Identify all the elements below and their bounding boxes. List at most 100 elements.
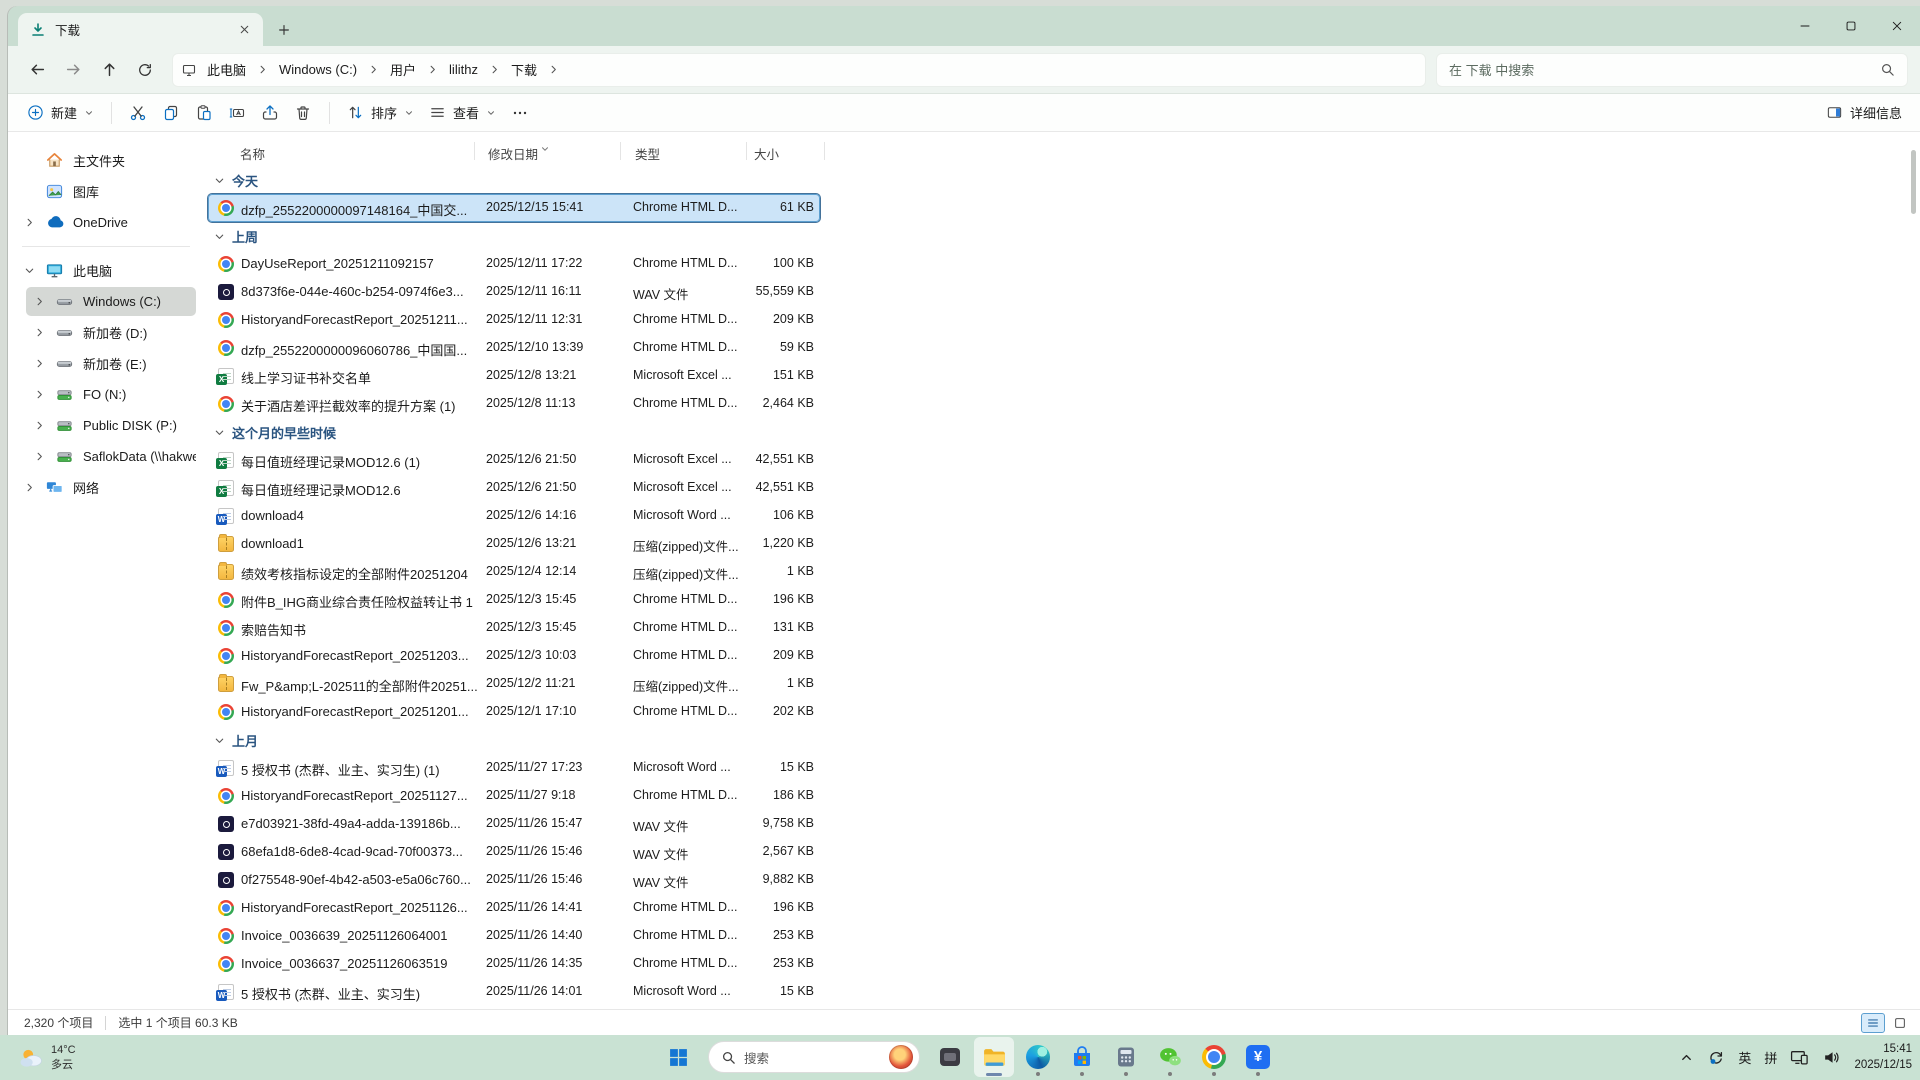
cut-button[interactable] [122,98,154,128]
file-row[interactable]: Invoice_0036637_20251126063519 2025/11/26… [208,950,820,978]
breadcrumb-item[interactable]: 下载 [502,56,546,83]
chevron-down-icon[interactable] [214,231,225,242]
new-tab-button[interactable] [273,19,295,41]
file-row[interactable]: 关于酒店差评拦截效率的提升方案 (1) 2025/12/8 11:13 Chrome… [208,390,820,418]
chevron-right-icon[interactable] [16,217,42,228]
breadcrumb-item[interactable]: Windows (C:) [270,58,366,81]
maximize-icon[interactable] [1828,6,1874,46]
sidebar-item-public-disk-p-[interactable]: Public DISK (P:) [26,411,196,440]
start-button[interactable] [658,1037,698,1077]
file-row[interactable]: download1 2025/12/6 13:21 压缩(zipped)文件... 1… [208,530,820,558]
view-button[interactable]: 查看 [422,97,503,128]
chevron-right-icon[interactable] [489,64,500,75]
column-header-size[interactable]: 大小 [754,144,779,163]
sidebar-item-saflokdata-hakwe[interactable]: SaflokData (\\hakwe [26,442,196,471]
chevron-right-icon[interactable] [16,482,42,493]
file-row[interactable]: X 每日值班经理记录MOD12.6 (1) 2025/12/6 21:50 Micro… [208,446,820,474]
copy-button[interactable] [155,98,187,128]
chevron-down-icon[interactable] [214,735,225,746]
breadcrumb-item[interactable]: 用户 [381,56,425,83]
file-row[interactable]: DayUseReport_20251211092157 2025/12/11 17… [208,250,820,278]
column-header-date[interactable]: 修改日期 [488,144,538,163]
wechat-button[interactable] [1150,1037,1190,1077]
tab-close-icon[interactable] [233,19,255,41]
sidebar-item--e-[interactable]: 新加卷 (E:) [26,349,196,378]
ime-sync-icon[interactable] [1707,1049,1725,1067]
group-header[interactable]: 今天 [208,166,1920,194]
chevron-down-icon[interactable] [214,427,225,438]
file-row[interactable]: 附件B_IHG商业综合责任险权益转让书 1 2025/12/3 15:45 Chro… [208,586,820,614]
file-row[interactable]: e7d03921-38fd-49a4-adda-139186b... 2025/1… [208,810,820,838]
chevron-right-icon[interactable] [26,296,52,307]
breadcrumb[interactable]: 此电脑 Windows (C:) 用户 lilithz 下载 [172,52,1426,87]
rename-button[interactable] [221,98,253,128]
sidebar-item--d-[interactable]: 新加卷 (D:) [26,318,196,347]
chevron-down-icon[interactable] [214,175,225,186]
hidden-icons-chevron-icon[interactable] [1679,1050,1694,1065]
search-input[interactable]: 在 下载 中搜索 [1436,52,1908,87]
chevron-down-icon[interactable] [16,265,42,276]
file-row[interactable]: 68efa1d8-6de8-4cad-9cad-70f00373... 2025/… [208,838,820,866]
column-header-name[interactable]: 名称 [240,144,265,163]
file-row[interactable]: Invoice_0036639_20251126064001 2025/11/26… [208,922,820,950]
large-icons-view-toggle[interactable] [1888,1013,1912,1033]
delete-button[interactable] [287,98,319,128]
chevron-right-icon[interactable] [26,358,52,369]
file-row[interactable]: X 线上学习证书补交名单 2025/12/8 13:21 Microsoft Exce… [208,362,820,390]
forward-icon[interactable] [56,53,90,87]
calculator-button[interactable] [1106,1037,1146,1077]
file-row[interactable]: W5 授权书 (杰群、业主、实习生) 2025/11/26 14:01 Micros… [208,978,820,1006]
group-header[interactable]: 上月 [208,726,1920,754]
file-row[interactable]: W5 授权书 (杰群、业主、实习生) (1) 2025/11/27 17:23 Mi… [208,754,820,782]
yuan-app-button[interactable]: ¥ [1238,1037,1278,1077]
file-row[interactable]: 8d373f6e-044e-460c-b254-0974f6e3... 2025/… [208,278,820,306]
breadcrumb-item[interactable]: lilithz [440,58,487,81]
vertical-scrollbar[interactable] [1911,150,1916,214]
microsoft-store-button[interactable] [1062,1037,1102,1077]
edge-button[interactable] [1018,1037,1058,1077]
group-header[interactable]: 上周 [208,222,1920,250]
chevron-right-icon[interactable] [26,451,52,462]
file-row[interactable]: HistoryandForecastReport_20251203... 2025… [208,642,820,670]
sidebar-item--[interactable]: 主文件夹 [16,146,196,175]
new-button[interactable]: 新建 [20,97,101,128]
sidebar-item--[interactable]: 网络 [16,473,196,502]
chevron-right-icon[interactable] [368,64,379,75]
file-row[interactable]: Fw_P&amp;L-202511的全部附件20251... 2025/12/2 … [208,670,820,698]
sidebar-item-windows-c-[interactable]: Windows (C:) [26,287,196,316]
minimize-icon[interactable] [1782,6,1828,46]
file-row[interactable]: 绩效考核指标设定的全部附件20251204 2025/12/4 12:14 压缩(z… [208,558,820,586]
file-row[interactable]: Wdownload4 2025/12/6 14:16 Microsoft Word … [208,502,820,530]
file-row[interactable]: 索赔告知书 2025/12/3 15:45 Chrome HTML D... 131 … [208,614,820,642]
chrome-button[interactable] [1194,1037,1234,1077]
file-row[interactable]: dzfp_2552200000097148164_中国交... 2025/12/1… [208,194,820,222]
file-row[interactable]: HistoryandForecastReport_20251126... 2025… [208,894,820,922]
file-row[interactable]: HistoryandForecastReport_20251211... 2025… [208,306,820,334]
chevron-right-icon[interactable] [26,327,52,338]
details-pane-button[interactable]: 详细信息 [1826,103,1902,122]
share-button[interactable] [254,98,286,128]
file-row[interactable]: dzfp_2552200000096060786_中国国... 2025/12/1… [208,334,820,362]
sort-button[interactable]: 排序 [340,97,421,128]
close-icon[interactable] [1874,6,1920,46]
file-row[interactable]: HistoryandForecastReport_20251127... 2025… [208,782,820,810]
up-icon[interactable] [92,53,126,87]
task-view-button[interactable] [930,1037,970,1077]
more-button[interactable] [504,98,536,128]
sidebar-item--[interactable]: 此电脑 [16,256,196,285]
chevron-right-icon[interactable] [26,420,52,431]
ime-english-indicator[interactable]: 英 [1738,1048,1751,1067]
weather-widget[interactable]: 14°C 多云 [12,1039,82,1076]
sidebar-item-onedrive[interactable]: OneDrive [16,208,196,237]
group-header[interactable]: 这个月的早些时候 [208,418,1920,446]
volume-icon[interactable] [1822,1048,1841,1067]
taskbar-clock[interactable]: 15:41 2025/12/15 [1854,1042,1912,1073]
chevron-right-icon[interactable] [548,64,559,75]
taskbar-search-box[interactable]: 搜索 [708,1041,920,1073]
refresh-icon[interactable] [128,53,162,87]
file-row[interactable]: 0f275548-90ef-4b42-a503-e5a06c760... 2025… [208,866,820,894]
ime-pinyin-indicator[interactable]: 拼 [1764,1048,1777,1067]
column-header-type[interactable]: 类型 [635,144,660,163]
file-explorer-button[interactable] [974,1037,1014,1077]
sidebar-item--[interactable]: 图库 [16,177,196,206]
